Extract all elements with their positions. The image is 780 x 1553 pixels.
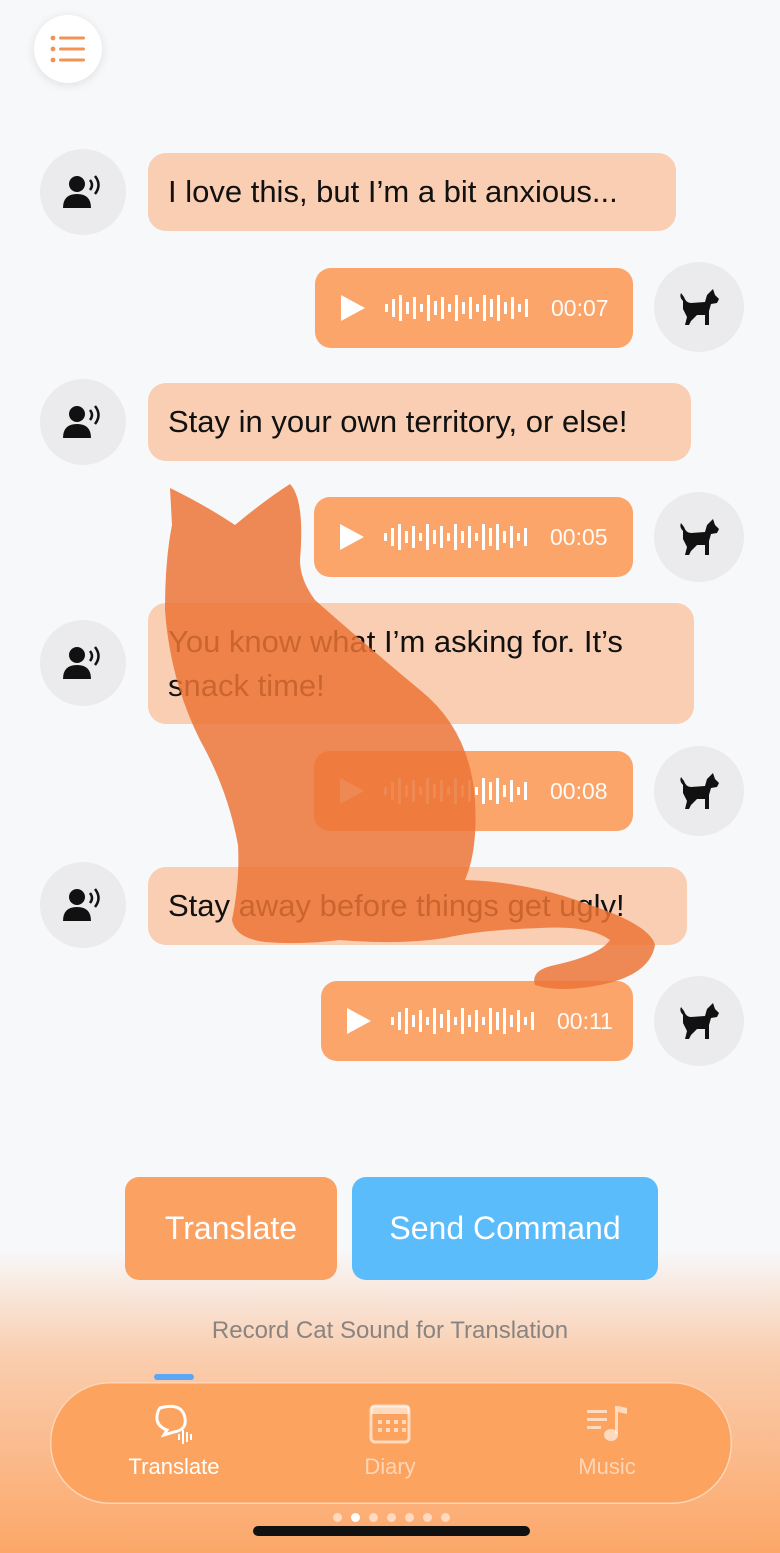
cat-avatar (654, 492, 744, 582)
chat-wave-icon (155, 1404, 192, 1444)
play-icon (340, 778, 364, 804)
message-bubble: Stay in your own territory, or else! (148, 383, 691, 461)
tab-label: Music (578, 1454, 636, 1479)
page-dot (405, 1513, 414, 1522)
menu-button[interactable] (34, 15, 102, 83)
voice-duration: 00:05 (550, 523, 608, 550)
play-icon (347, 1008, 371, 1034)
waveform-icon (384, 778, 527, 804)
voice-message[interactable]: 00:07 (315, 268, 633, 348)
voice-duration: 00:07 (551, 294, 609, 321)
home-indicator[interactable] (253, 1526, 530, 1536)
play-icon (340, 524, 364, 550)
page-dot (333, 1513, 342, 1522)
message-text: You know what I’m asking for. It’s snack… (168, 624, 623, 703)
page-dot (387, 1513, 396, 1522)
send-command-button[interactable]: Send Command (352, 1177, 658, 1280)
cat-avatar (654, 976, 744, 1066)
message-bubble: I love this, but I’m a bit anxious... (148, 153, 676, 231)
speaker-avatar (40, 149, 126, 235)
person-speaking-icon (63, 405, 100, 438)
message-bubble: You know what I’m asking for. It’s snack… (148, 603, 694, 724)
tab-label: Diary (364, 1454, 416, 1479)
tab-bar: Translate Diary Music (50, 1374, 732, 1504)
page-dot (441, 1513, 450, 1522)
message-text: Stay in your own territory, or else! (168, 404, 628, 439)
cat-icon (680, 289, 719, 325)
page-dot (423, 1513, 432, 1522)
active-tab-indicator (154, 1374, 194, 1380)
page-dot (369, 1513, 378, 1522)
cat-icon (680, 519, 719, 555)
list-icon (50, 35, 85, 63)
person-speaking-icon (63, 175, 100, 208)
person-speaking-icon (63, 646, 100, 679)
speaker-avatar (40, 379, 126, 465)
tab-translate[interactable]: Translate (74, 1374, 274, 1504)
cat-avatar (654, 746, 744, 836)
waveform-icon (384, 524, 527, 550)
voice-duration: 00:08 (550, 777, 608, 804)
calendar-icon (369, 1404, 411, 1444)
voice-message[interactable]: 00:05 (314, 497, 633, 577)
message-bubble: Stay away before things get ugly! (148, 867, 687, 945)
speaker-avatar (40, 862, 126, 948)
voice-message[interactable]: 00:11 (321, 981, 633, 1061)
cat-icon (680, 1003, 719, 1039)
message-text: I love this, but I’m a bit anxious... (168, 174, 618, 209)
translate-button[interactable]: Translate (125, 1177, 337, 1280)
message-text: Stay away before things get ugly! (168, 888, 625, 923)
chat-screen: I love this, but I’m a bit anxious... 00… (0, 0, 780, 1553)
speaker-avatar (40, 620, 126, 706)
cat-icon (680, 773, 719, 809)
tab-label: Translate (128, 1454, 220, 1479)
tab-music[interactable]: Music (507, 1382, 707, 1504)
voice-duration: 00:11 (557, 1007, 613, 1034)
play-icon (341, 295, 365, 321)
page-indicator (333, 1513, 450, 1522)
waveform-icon (385, 295, 528, 321)
waveform-icon (391, 1008, 534, 1034)
tab-diary[interactable]: Diary (290, 1382, 490, 1504)
record-hint: Record Cat Sound for Translation (211, 1317, 569, 1344)
music-list-icon (587, 1406, 627, 1441)
person-speaking-icon (63, 888, 100, 921)
voice-message[interactable]: 00:08 (314, 751, 633, 831)
cat-avatar (654, 262, 744, 352)
page-dot-active (351, 1513, 360, 1522)
